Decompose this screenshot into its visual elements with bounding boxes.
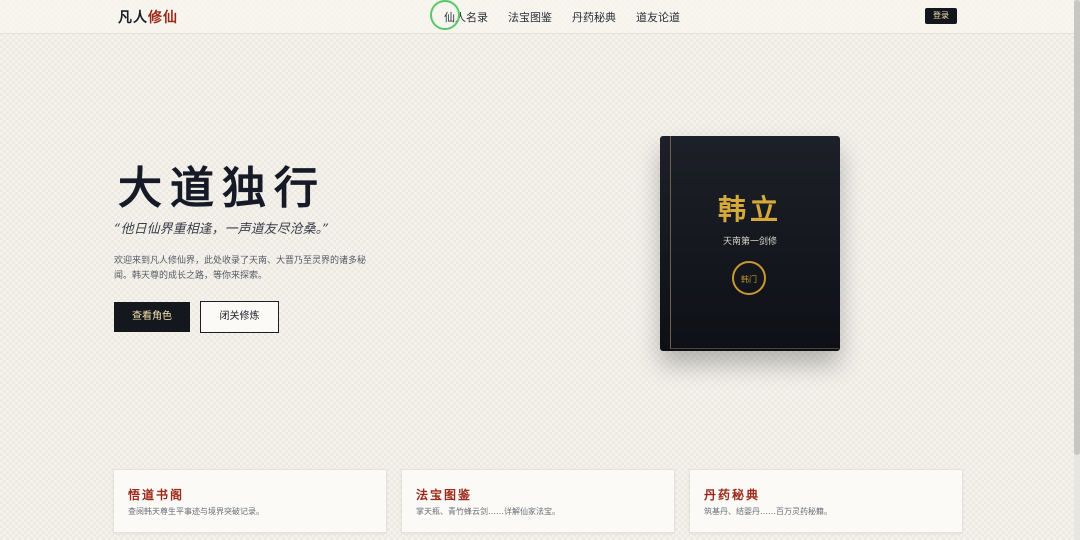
feature-card-pills[interactable]: 丹药秘典 筑基丹、结婴丹……百万灵药秘籍。 (689, 469, 963, 533)
character-card[interactable]: 韩立 天南第一剑修 韩门 (660, 136, 840, 351)
feature-title: 法宝图鉴 (416, 488, 473, 502)
feature-description: 筑基丹、结婴丹……百万灵药秘籍。 (704, 507, 832, 516)
main-nav: 仙人名录 法宝图鉴 丹药秘典 道友论道 (444, 9, 680, 25)
feature-card-library[interactable]: 悟道书阁 查阅韩天尊生平事迹与境界突破记录。 (113, 469, 387, 533)
character-name: 韩立 (717, 193, 782, 226)
nav-item-forum[interactable]: 道友论道 (636, 9, 680, 25)
logo-accent-text: 修仙 (148, 10, 178, 26)
nav-item-treasure-catalog[interactable]: 法宝图鉴 (508, 9, 552, 25)
seal-badge[interactable]: 韩门 (732, 261, 766, 295)
view-character-button[interactable]: 查看角色 (114, 302, 190, 332)
page-scrollbar[interactable] (1074, 0, 1080, 540)
character-subtitle: 天南第一剑修 (722, 237, 777, 247)
feature-title: 悟道书阁 (128, 488, 185, 502)
feature-description: 查阅韩天尊生平事迹与境界突破记录。 (128, 507, 264, 516)
top-navigation-bar: 凡人修仙 仙人名录 法宝图鉴 丹药秘典 道友论道 登录 (0, 0, 1074, 34)
scrollbar-thumb[interactable] (1074, 0, 1080, 455)
cultivate-button[interactable]: 闭关修炼 (200, 301, 279, 333)
click-indicator (430, 0, 460, 30)
feature-card-treasures[interactable]: 法宝图鉴 掌天瓶、青竹蜂云剑……详解仙家法宝。 (401, 469, 675, 533)
hero-quote: “他日仙界重相逢，一声道友尽沧桑。” (114, 222, 329, 237)
login-button[interactable]: 登录 (925, 8, 957, 24)
feature-description: 掌天瓶、青竹蜂云剑……详解仙家法宝。 (416, 507, 560, 516)
hero-title: 大道独行 (118, 163, 326, 214)
feature-title: 丹药秘典 (704, 488, 761, 502)
hero-description: 欢迎来到凡人修仙界，此处收录了天南、大晋乃至灵界的诸多秘闻。韩天尊的成长之路，等… (114, 256, 367, 281)
site-logo[interactable]: 凡人修仙 (118, 7, 178, 27)
logo-main-text: 凡人 (118, 10, 148, 26)
nav-item-pill-codex[interactable]: 丹药秘典 (572, 9, 616, 25)
